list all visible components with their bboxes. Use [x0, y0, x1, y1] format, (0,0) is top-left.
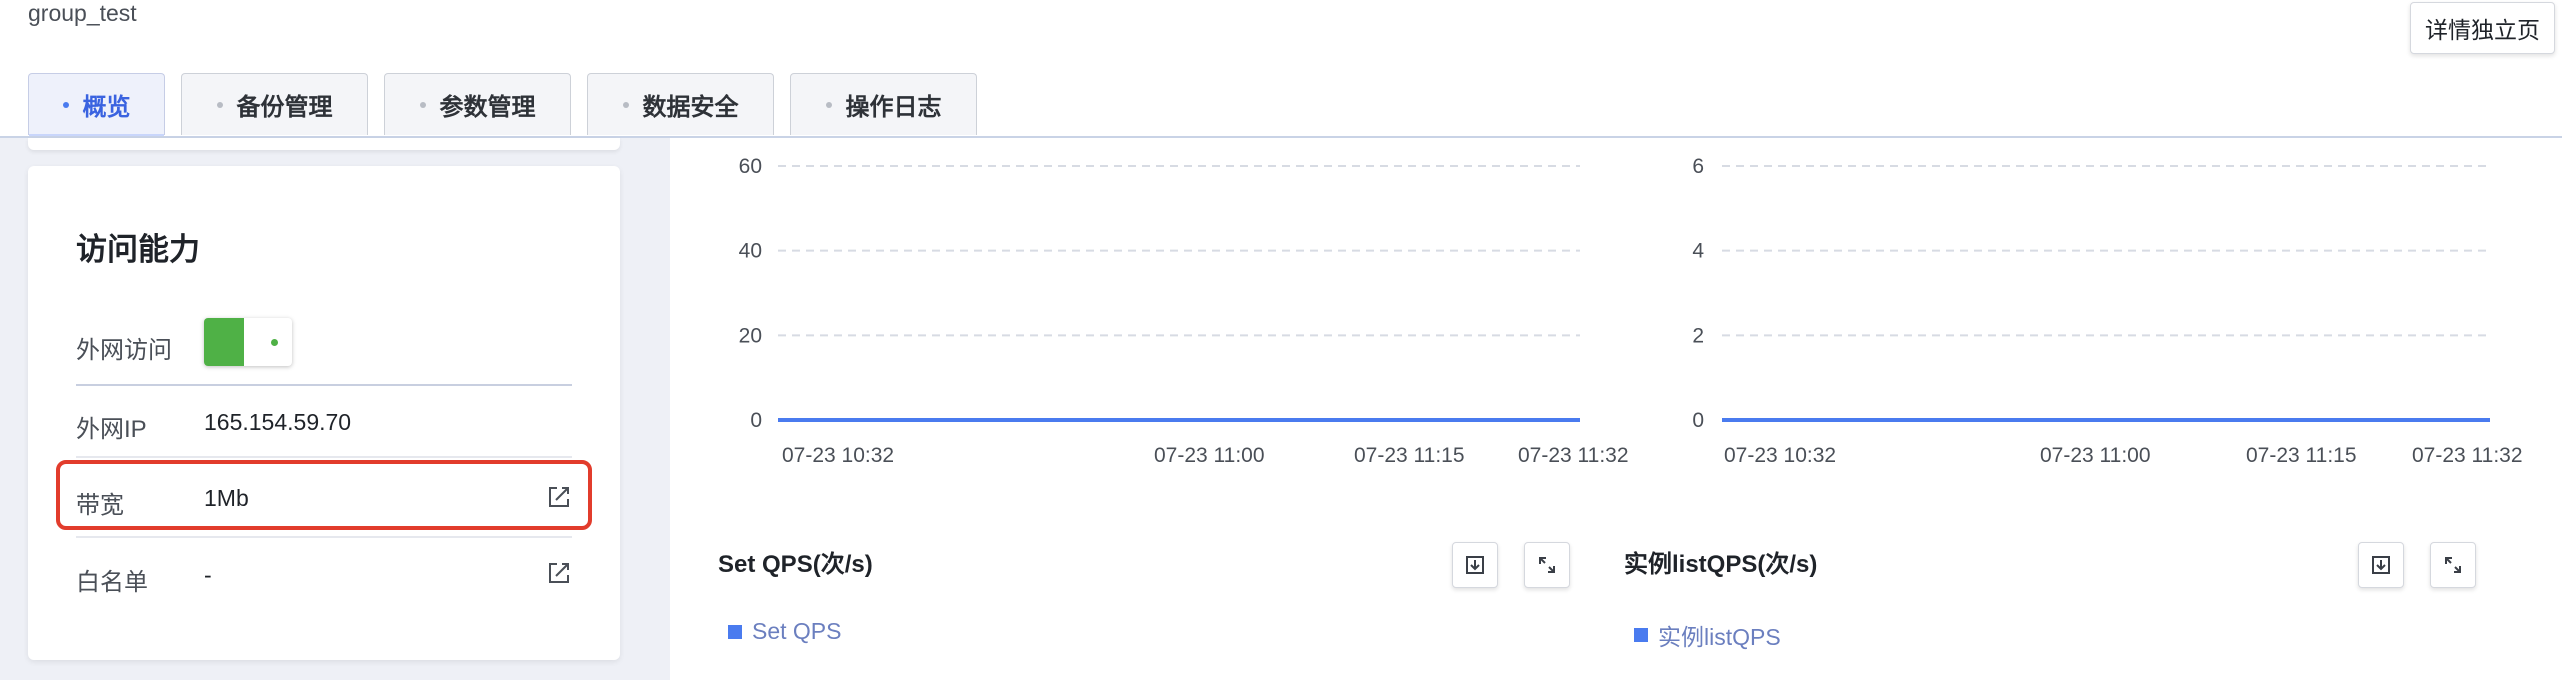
expand-button[interactable] [2430, 542, 2476, 588]
legend-list-qps: 实例listQPS [1634, 618, 1781, 652]
access-card: 访问能力 外网访问 外网IP 165.154.59.70 带宽 1Mb 白名单 … [28, 166, 620, 660]
public-access-toggle[interactable] [204, 318, 292, 366]
x-tick-label: 07-23 10:32 [1724, 444, 1836, 467]
row-label-public-access: 外网访问 [76, 337, 172, 364]
y-tick-label: 6 [1692, 155, 1704, 178]
divider [76, 536, 572, 538]
charts-panel: 0 20 40 60 07-23 10:32 07-23 11:00 07-23 11:15… [670, 138, 2562, 680]
toggle-on-fill [204, 318, 244, 366]
group-title: group_test [28, 0, 137, 26]
chart-title-set-qps: Set QPS(次/s) [718, 551, 873, 578]
card-title: 访问能力 [76, 232, 200, 267]
set-qps-chart: 0 20 40 60 07-23 10:32 07-23 11:00 07-23 11:15… [739, 155, 1629, 467]
edit-bandwidth-icon[interactable] [546, 484, 572, 510]
tab-dot-icon [622, 101, 629, 108]
detail-page-button[interactable]: 详情独立页 [2410, 2, 2555, 54]
x-tick-label: 07-23 11:32 [2412, 444, 2523, 467]
edit-whitelist-icon[interactable] [546, 560, 572, 586]
tab-dot-icon [419, 101, 426, 108]
tab-dot-icon [62, 101, 69, 108]
toggle-indicator-icon [271, 339, 278, 346]
list-qps-chart: 0 2 4 6 07-23 10:32 07-23 11:00 07-23 11:15 07-… [1692, 155, 2523, 467]
download-button[interactable] [1452, 542, 1498, 588]
download-button[interactable] [2358, 542, 2404, 588]
whitelist-value: - [204, 562, 212, 588]
legend-swatch [1634, 628, 1648, 642]
y-tick-label: 20 [739, 324, 762, 347]
expand-icon [1539, 557, 1555, 573]
row-label-whitelist: 白名单 [76, 569, 148, 596]
expand-icon [2445, 557, 2461, 573]
tab-dot-icon [825, 101, 832, 108]
bandwidth-value: 1Mb [204, 485, 249, 511]
y-tick-label: 4 [1692, 240, 1704, 263]
download-icon [1466, 556, 1484, 574]
y-tick-label: 60 [739, 155, 762, 178]
tab-params[interactable]: 参数管理 [384, 73, 571, 135]
x-tick-label: 07-23 11:32 [1518, 444, 1629, 467]
y-tick-label: 0 [1692, 409, 1704, 432]
tab-label: 概览 [82, 94, 131, 121]
legend-swatch [728, 624, 742, 639]
x-tick-label: 07-23 11:15 [2246, 444, 2357, 467]
divider [76, 384, 572, 386]
highlight-box [56, 460, 592, 530]
previous-card-edge [28, 138, 620, 150]
tab-label: 备份管理 [236, 94, 333, 121]
expand-button[interactable] [1524, 542, 1570, 588]
public-ip-value: 165.154.59.70 [204, 409, 352, 435]
header: group_test 详情独立页 概览 备份管理 参数管理 数据安全 操作日志 [0, 0, 2562, 138]
download-icon [2372, 556, 2390, 574]
row-label-bandwidth: 带宽 [76, 492, 124, 519]
y-tick-label: 40 [739, 240, 762, 263]
tab-label: 数据安全 [642, 94, 739, 121]
tab-dot-icon [216, 101, 223, 108]
x-tick-label: 07-23 11:15 [1354, 444, 1465, 467]
x-tick-label: 07-23 11:00 [2040, 444, 2151, 467]
tab-data-security[interactable]: 数据安全 [587, 73, 774, 135]
x-tick-label: 07-23 10:32 [782, 444, 894, 467]
tab-backup[interactable]: 备份管理 [181, 73, 368, 135]
legend-label: 实例listQPS [1658, 624, 1781, 650]
legend-label: Set QPS [752, 618, 842, 644]
y-tick-label: 0 [750, 409, 762, 432]
divider [76, 456, 572, 458]
tab-label: 参数管理 [439, 94, 536, 121]
y-tick-label: 2 [1692, 324, 1704, 347]
tab-overview[interactable]: 概览 [28, 73, 165, 138]
tab-label: 操作日志 [845, 94, 942, 121]
row-label-public-ip: 外网IP [76, 416, 147, 443]
chart-title-list-qps: 实例listQPS(次/s) [1624, 551, 1818, 578]
legend-set-qps: Set QPS [728, 618, 841, 645]
tab-operation-log[interactable]: 操作日志 [790, 73, 977, 135]
x-tick-label: 07-23 11:00 [1154, 444, 1265, 467]
